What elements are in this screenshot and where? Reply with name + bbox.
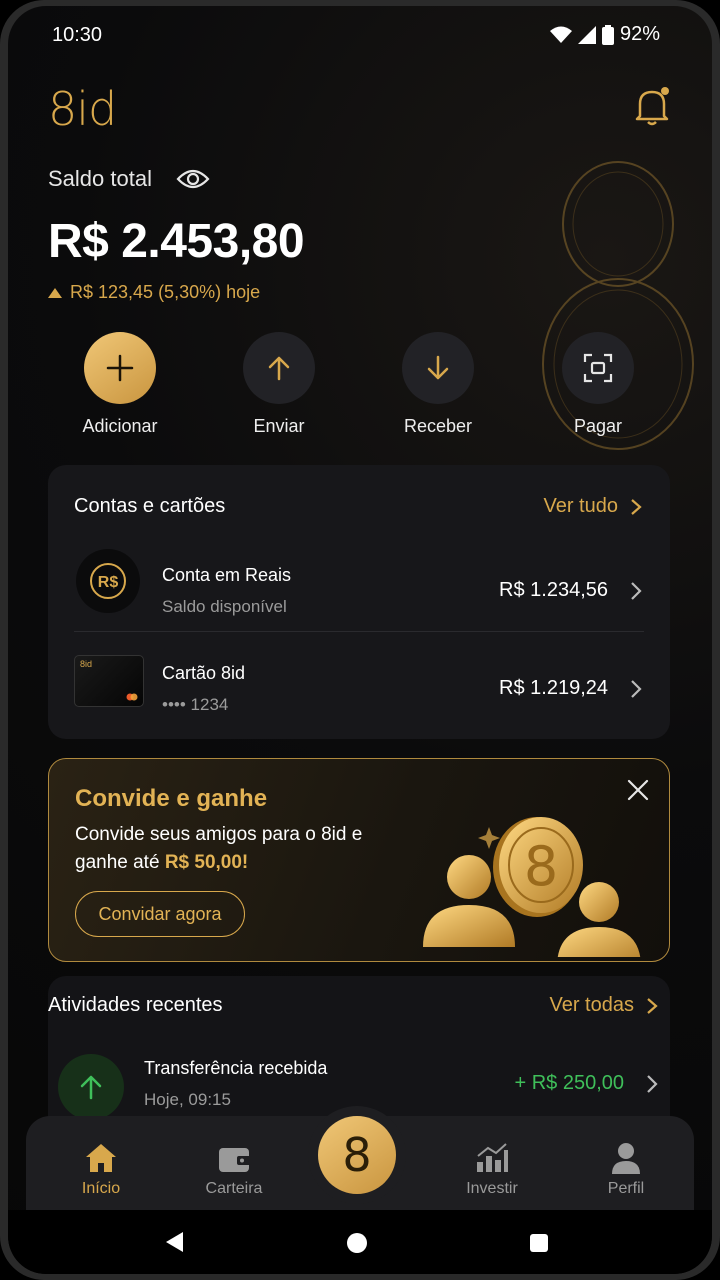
arrow-up-icon [268,356,290,381]
action-adicionar-circle [84,332,156,404]
status-time: 10:30 [52,24,103,46]
app-logo: 8id [48,82,117,136]
bell-icon [635,87,669,126]
promo-text-highlight: R$ 50,00! [164,852,249,873]
home-icon [86,1144,116,1172]
balance-change-text: R$ 123,45 (5,30%) hoje [70,282,261,302]
device-frame: 10:30 92% 8id Saldo total R$ 2.453,80 R$ [0,0,720,1280]
activity-row[interactable]: Transferência recebida Hoje, 09:15 + R$ … [48,976,670,1109]
accounts-title: Contas e cartões [74,495,226,517]
account-amount: R$ 1.234,56 [499,579,608,601]
plus-icon [106,354,134,382]
invite-illustration: 8 [423,817,641,957]
signal-icon [577,25,596,44]
see-all-label: Ver tudo [543,495,618,517]
coin-symbol: 8 [524,835,558,898]
divider [74,631,644,632]
account-subtitle: •••• 1234 [162,695,229,714]
arrow-down-icon [427,355,449,380]
nav-inicio[interactable]: Início [46,1138,156,1198]
notifications-button[interactable] [632,84,672,128]
action-pagar-circle [562,332,634,404]
triangle-up-icon [48,287,62,298]
action-receber-circle [402,332,474,404]
activity-title: Transferência recebida [144,1058,328,1078]
wifi-icon [549,26,572,43]
account-title: Cartão 8id [162,663,246,683]
nav-label: Perfil [607,1180,645,1197]
chevron-right-icon [647,1075,658,1093]
person-icon [612,1143,640,1174]
nav-carteira[interactable]: Carteira [179,1138,289,1198]
balance-change: R$ 123,45 (5,30%) hoje [48,282,260,303]
activity-time: Hoje, 09:15 [144,1090,231,1109]
nav-investir[interactable]: Investir [437,1138,547,1198]
invite-button[interactable]: Convidar agora [75,891,245,937]
home-circle-icon[interactable] [347,1233,367,1253]
accounts-card: Contas e cartões Ver tudo R$ Conta em Re… [48,465,670,739]
recent-activities: Atividades recentes Ver todas Transferên… [48,976,670,1136]
see-all-accounts-link[interactable]: Ver tudo [543,495,642,518]
nav-label: Investir [466,1180,518,1197]
action-pagar[interactable]: Pagar [528,332,668,437]
quick-actions: Adicionar Enviar Receber Pagar [8,332,712,442]
chevron-right-icon [631,498,642,515]
action-enviar-circle [243,332,315,404]
battery-percent: 92% [619,23,660,45]
account-amount: R$ 1.219,24 [499,677,608,699]
account-row-reais[interactable]: Conta em Reais Saldo disponível R$ 1.234… [48,549,670,641]
account-title: Conta em Reais [162,565,292,585]
scan-icon [583,353,613,383]
promo-text: Convide seus amigos para o 8id e ganhe a… [75,821,395,877]
eye-icon [176,169,210,189]
center-home-button[interactable]: 8 [318,1116,396,1194]
chart-icon [477,1143,508,1172]
promo-title: Convide e ganhe [75,785,268,812]
action-label: Enviar [253,416,305,436]
nav-label: Início [81,1180,121,1197]
arrow-up-icon [80,1075,102,1100]
back-icon[interactable] [166,1232,183,1252]
balance-label: Saldo total [48,166,152,191]
chevron-right-icon [631,680,642,698]
nav-perfil[interactable]: Perfil [571,1138,681,1198]
balance-value: R$ 2.453,80 [48,215,305,268]
action-label: Receber [403,416,473,436]
toggle-balance-visibility[interactable] [176,166,210,192]
app-screen: 10:30 92% 8id Saldo total R$ 2.453,80 R$ [8,6,712,1274]
action-receber[interactable]: Receber [368,332,508,437]
system-navigation-bar [8,1210,712,1274]
wallet-icon [219,1148,251,1172]
status-icons: 92% [549,23,660,46]
activity-amount: + R$ 250,00 [514,1072,624,1094]
invite-promo-banner: Convide e ganhe Convide seus amigos para… [48,758,670,962]
nav-label: Carteira [205,1180,263,1197]
action-adicionar[interactable]: Adicionar [50,332,190,437]
action-enviar[interactable]: Enviar [209,332,349,437]
battery-icon [601,24,614,45]
chevron-right-icon [631,582,642,600]
status-bar: 10:30 92% [8,6,712,64]
recent-apps-icon[interactable] [530,1234,548,1252]
account-row-card[interactable]: Cartão 8id •••• 1234 R$ 1.219,24 [48,647,670,739]
action-label: Adicionar [82,416,158,436]
action-label: Pagar [573,416,623,436]
account-subtitle: Saldo disponível [162,597,287,616]
